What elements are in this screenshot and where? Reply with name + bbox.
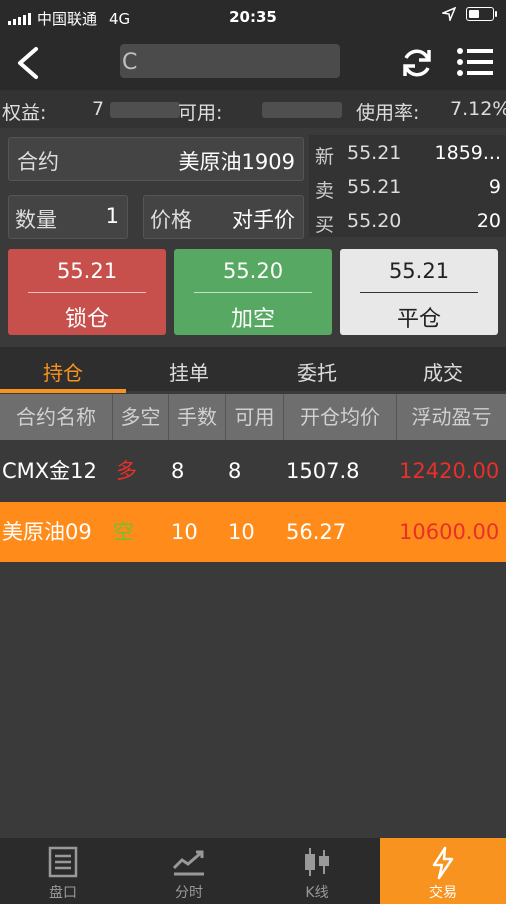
tabbar-label: K线 [305, 885, 329, 901]
back-icon[interactable] [14, 46, 44, 80]
cell-floating-pnl: 12420.00 [399, 459, 500, 483]
price-label: 价格 [150, 208, 192, 232]
tabbar-market-depth[interactable]: 盘口 [0, 838, 126, 904]
tabbar-trade[interactable]: 交易 [380, 838, 506, 904]
position-tabs: 持仓 挂单 委托 成交 [0, 347, 506, 391]
usage-value: 7.12% [450, 98, 506, 120]
market-depth-icon [48, 846, 78, 878]
equity-value-masked: 7 [92, 98, 181, 120]
price-type-value: 对手价 [232, 208, 295, 232]
active-tab-indicator [0, 389, 126, 393]
col-lots: 手数 [169, 394, 226, 440]
tabbar-timeshare[interactable]: 分时 [126, 838, 252, 904]
close-position-button[interactable]: 55.21 平仓 [340, 249, 498, 335]
cell-avg-price: 1507.8 [286, 459, 360, 483]
cell-contract: CMX金12 [2, 459, 97, 483]
price-type-selector[interactable]: 价格 对手价 [143, 195, 304, 239]
contract-selector[interactable]: 合约 美原油1909 [8, 137, 304, 181]
status-bar: 中国联通 4G 20:35 [0, 0, 506, 34]
account-summary: 权益: 7 可用: 使用率: 7.12% [0, 90, 506, 128]
lock-price: 55.21 [56, 259, 118, 283]
table-row[interactable]: CMX金12 多 8 8 1507.8 12420.00 [0, 440, 506, 502]
available-value-masked [262, 98, 342, 120]
cell-direction-short: 空 [113, 520, 134, 544]
add-short-button[interactable]: 55.20 加空 [174, 249, 332, 335]
lock-label: 锁仓 [64, 307, 109, 332]
account-title-masked: C [120, 44, 340, 78]
battery-icon [466, 7, 497, 21]
cell-lots: 10 [171, 520, 198, 544]
col-floating-pnl: 浮动盈亏 [411, 405, 492, 429]
location-arrow-icon [442, 7, 456, 21]
close-label: 平仓 [396, 307, 441, 332]
bottom-tab-bar: 盘口 分时 K线 交易 [0, 838, 506, 904]
cell-contract: 美原油09 [2, 520, 92, 544]
contract-label: 合约 [17, 150, 59, 174]
tab-orders[interactable]: 委托 [254, 357, 380, 386]
cell-available: 8 [228, 459, 242, 483]
quote-row-ask: 卖 55.21 9 [315, 176, 501, 202]
tabbar-label: 分时 [175, 885, 203, 901]
col-avg-open-price: 开仓均价 [284, 394, 397, 440]
equity-label: 权益: [2, 102, 47, 124]
tab-trades[interactable]: 成交 [380, 357, 506, 386]
col-contract-name: 合约名称 [0, 394, 113, 440]
quantity-value: 1 [105, 204, 119, 228]
menu-icon[interactable] [456, 46, 494, 78]
lightning-icon [432, 846, 454, 880]
quote-row-last: 新 55.21 1859... [315, 142, 501, 168]
contract-value: 美原油1909 [178, 150, 295, 174]
quantity-field[interactable]: 数量 1 [8, 195, 128, 239]
cell-floating-pnl: 10600.00 [399, 520, 500, 544]
refresh-icon[interactable] [400, 46, 434, 80]
cell-available: 10 [228, 520, 255, 544]
tab-pending-orders[interactable]: 挂单 [126, 357, 252, 386]
positions-table-header: 合约名称 多空 手数 可用 开仓均价 浮动盈亏 [0, 394, 506, 440]
quantity-label: 数量 [15, 208, 57, 232]
quote-row-bid: 买 55.20 20 [315, 210, 501, 236]
cell-lots: 8 [171, 459, 185, 483]
tabbar-label: 交易 [429, 885, 457, 901]
col-available: 可用 [226, 394, 284, 440]
account-title-char: C [122, 50, 138, 75]
add-short-price: 55.20 [222, 259, 284, 283]
cell-avg-price: 56.27 [286, 520, 347, 544]
quote-panel: 新 55.21 1859... 卖 55.21 9 买 55.20 20 [309, 135, 506, 237]
status-time: 20:35 [229, 8, 277, 26]
add-short-label: 加空 [230, 307, 275, 332]
lock-position-button[interactable]: 55.21 锁仓 [8, 249, 166, 335]
tabbar-kline[interactable]: K线 [254, 838, 380, 904]
tab-positions[interactable]: 持仓 [0, 357, 126, 386]
timeshare-chart-icon [172, 850, 204, 876]
table-row-selected[interactable]: 美原油09 空 10 10 56.27 10600.00 [0, 502, 506, 562]
tabbar-label: 盘口 [49, 885, 77, 901]
available-label: 可用: [178, 102, 223, 124]
usage-label: 使用率: [356, 102, 420, 124]
nav-bar: C [0, 34, 506, 90]
close-price: 55.21 [388, 259, 450, 283]
candlestick-icon [305, 848, 329, 876]
col-direction: 多空 [113, 394, 169, 440]
cell-direction-long: 多 [116, 459, 137, 483]
